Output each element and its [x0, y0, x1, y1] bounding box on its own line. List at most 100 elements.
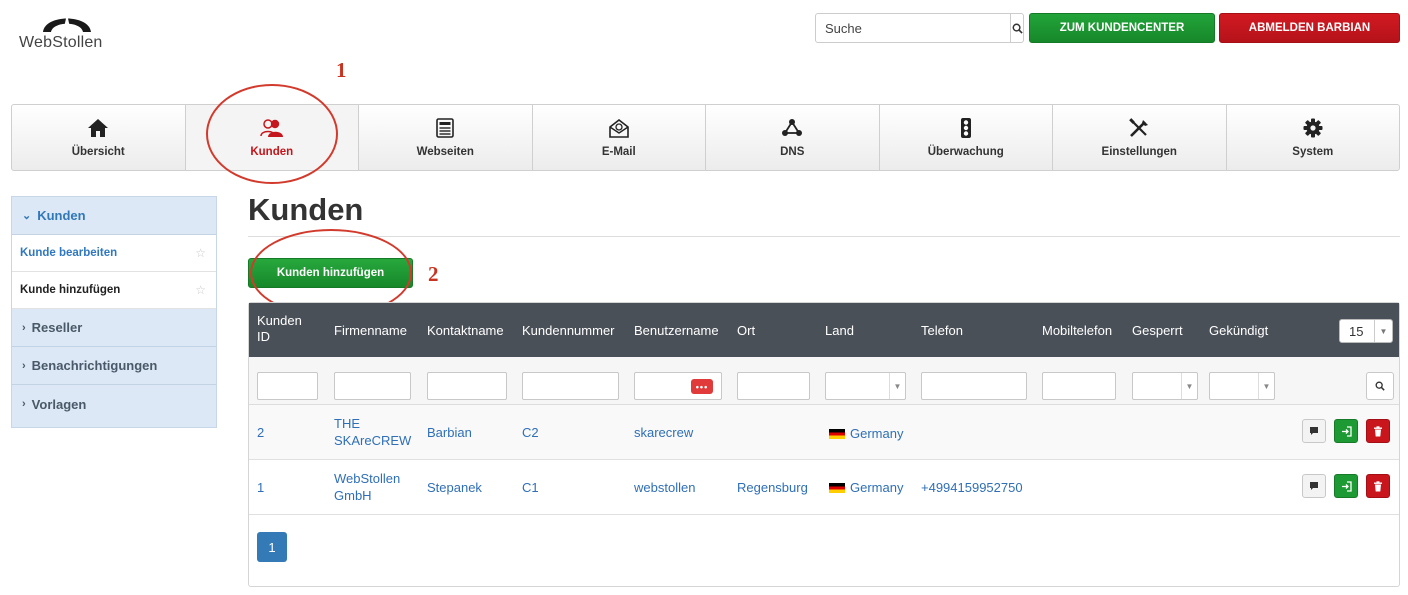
nav-label: E-Mail: [601, 145, 636, 158]
column-header-kundennummer[interactable]: Kundennummer: [522, 323, 615, 339]
cell-firmenname[interactable]: WebStollen GmbH: [334, 470, 409, 504]
users-icon: [260, 118, 284, 138]
cell-telefon[interactable]: +4994159952750: [921, 479, 1023, 496]
login-as-customer-button[interactable]: [1334, 474, 1358, 498]
delete-button[interactable]: [1366, 474, 1390, 498]
logo-text: WebStollen: [19, 34, 103, 51]
column-header-gesperrt[interactable]: Gesperrt: [1132, 323, 1183, 339]
filter-gekuendigt-select[interactable]: ▼: [1209, 372, 1275, 400]
star-icon[interactable]: ☆: [195, 283, 206, 297]
column-header-ort[interactable]: Ort: [737, 323, 755, 339]
column-header-land[interactable]: Land: [825, 323, 854, 339]
filter-kundennummer[interactable]: [522, 372, 619, 400]
page-size-select[interactable]: 15 ▼: [1339, 319, 1393, 343]
search-button[interactable]: [1010, 14, 1023, 42]
filter-kunden-id[interactable]: [257, 372, 318, 400]
logout-button[interactable]: ABMELDEN BARBIAN: [1219, 13, 1400, 43]
cell-ort[interactable]: Regensburg: [737, 479, 808, 496]
cell-kundennummer[interactable]: C1: [522, 479, 539, 496]
cell-kontaktname[interactable]: Barbian: [427, 424, 472, 441]
add-customer-button[interactable]: Kunden hinzufügen: [248, 258, 413, 288]
trash-icon: [1374, 425, 1382, 436]
filter-firmenname[interactable]: [334, 372, 411, 400]
filter-benutzername[interactable]: •••: [634, 372, 722, 400]
nav-item-uebersicht[interactable]: Übersicht: [12, 105, 186, 170]
webstollen-logo[interactable]: WebStollen: [19, 8, 119, 54]
cell-land[interactable]: Germany: [829, 425, 903, 442]
nav-item-dns[interactable]: DNS: [706, 105, 880, 170]
filter-search-button[interactable]: [1366, 372, 1394, 400]
german-flag-icon: [829, 483, 845, 493]
sidebar-item-kunde-hinzufuegen[interactable]: Kunde hinzufügen ☆: [12, 272, 216, 309]
title-divider: [248, 236, 1400, 237]
filter-gesperrt-select[interactable]: ▼: [1132, 372, 1198, 400]
login-as-customer-button[interactable]: [1334, 419, 1358, 443]
search-box: [815, 13, 1024, 43]
customers-table: Kunden ID Firmenname Kontaktname Kundenn…: [248, 302, 1400, 587]
nav-label: Kunden: [250, 145, 294, 158]
chevron-right-icon: ›: [22, 398, 26, 410]
sidebar-group-kunden[interactable]: ⌄ Kunden: [12, 197, 216, 235]
filter-mobiltelefon[interactable]: [1042, 372, 1116, 400]
cell-firmenname[interactable]: THE SKAreCREW: [334, 415, 411, 449]
comment-button[interactable]: [1302, 419, 1326, 443]
star-icon[interactable]: ☆: [195, 246, 206, 260]
nav-item-webseiten[interactable]: Webseiten: [359, 105, 533, 170]
chevron-down-icon: ▼: [1374, 320, 1392, 342]
column-header-kontaktname[interactable]: Kontaktname: [427, 323, 504, 339]
search-input[interactable]: [816, 14, 1010, 42]
network-icon: [781, 118, 803, 138]
table-row[interactable]: 1 WebStollen GmbH Stepanek C1 webstollen…: [249, 460, 1399, 515]
page-title: Kunden: [248, 192, 364, 227]
sidebar-group-vorlagen[interactable]: › Vorlagen: [12, 385, 216, 423]
column-header-telefon[interactable]: Telefon: [921, 323, 963, 339]
search-icon: [1012, 23, 1023, 34]
kundencenter-button[interactable]: ZUM KUNDENCENTER: [1029, 13, 1215, 43]
nav-label: System: [1292, 145, 1334, 158]
gear-icon: [1303, 118, 1323, 138]
filter-ort[interactable]: [737, 372, 810, 400]
cell-kundennummer[interactable]: C2: [522, 424, 539, 441]
cell-benutzername[interactable]: webstollen: [634, 479, 695, 496]
sign-in-icon: [1341, 480, 1352, 492]
comment-button[interactable]: [1302, 474, 1326, 498]
filter-row: ••• ▼ ▼ ▼: [249, 357, 1399, 405]
annotation-marker-2: 2: [428, 262, 439, 286]
nav-label: DNS: [780, 145, 805, 158]
column-header-gekuendigt[interactable]: Gekündigt: [1209, 323, 1268, 339]
delete-button[interactable]: [1366, 419, 1390, 443]
filter-telefon[interactable]: [921, 372, 1027, 400]
cell-benutzername[interactable]: skarecrew: [634, 424, 693, 441]
pagination-page-button[interactable]: 1: [257, 532, 287, 562]
chevron-right-icon: ›: [22, 359, 26, 372]
sidebar-group-label: Benachrichtigungen: [31, 358, 158, 373]
column-header-kunden-id[interactable]: Kunden ID: [257, 313, 307, 345]
sidebar-item-label: Kunde bearbeiten: [20, 247, 118, 259]
table-row[interactable]: 2 THE SKAreCREW Barbian C2 skarecrew Ger…: [249, 405, 1399, 460]
nav-item-system[interactable]: System: [1227, 105, 1400, 170]
filter-land-select[interactable]: ▼: [825, 372, 906, 400]
cell-kunden-id[interactable]: 1: [257, 479, 264, 496]
german-flag-icon: [829, 429, 845, 439]
webpage-icon: [436, 117, 455, 138]
search-icon: [1375, 381, 1385, 391]
cell-kontaktname[interactable]: Stepanek: [427, 479, 482, 496]
column-header-benutzername[interactable]: Benutzername: [634, 323, 719, 339]
sign-in-icon: [1341, 425, 1352, 437]
filter-kontaktname[interactable]: [427, 372, 507, 400]
nav-item-ueberwachung[interactable]: Überwachung: [880, 105, 1053, 170]
cell-kunden-id[interactable]: 2: [257, 424, 264, 441]
table-header: Kunden ID Firmenname Kontaktname Kundenn…: [249, 303, 1399, 357]
column-header-firmenname[interactable]: Firmenname: [334, 323, 407, 339]
sidebar-item-kunde-bearbeiten[interactable]: Kunde bearbeiten ☆: [12, 235, 216, 272]
password-manager-icon[interactable]: •••: [691, 379, 713, 394]
cell-land[interactable]: Germany: [829, 479, 903, 496]
nav-item-kunden[interactable]: Kunden: [185, 105, 359, 170]
sidebar-item-label: Kunde hinzufügen: [20, 284, 121, 296]
nav-item-einstellungen[interactable]: Einstellungen: [1053, 105, 1227, 170]
nav-item-email[interactable]: E-Mail: [533, 105, 706, 170]
sidebar-group-benachrichtigungen[interactable]: › Benachrichtigungen: [12, 347, 216, 385]
comment-icon: [1310, 482, 1318, 490]
column-header-mobiltelefon[interactable]: Mobiltelefon: [1042, 323, 1112, 339]
sidebar-group-reseller[interactable]: › Reseller: [12, 309, 216, 347]
